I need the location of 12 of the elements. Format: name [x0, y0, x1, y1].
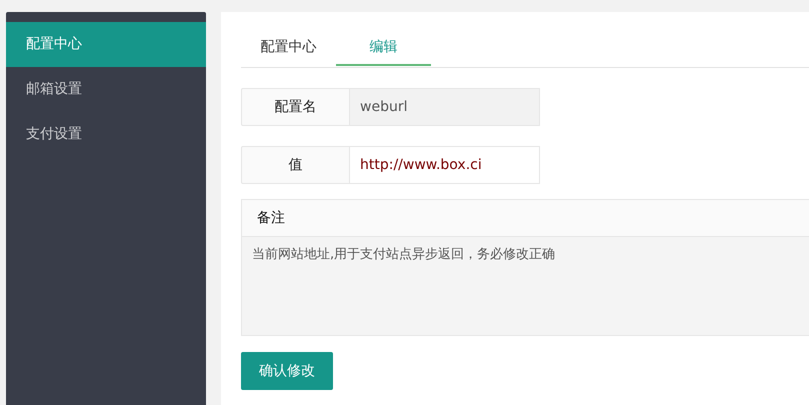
tab[interactable]: 编辑: [336, 30, 431, 66]
field-label: 值: [241, 146, 350, 184]
sidebar-item[interactable]: 支付设置: [6, 112, 206, 157]
note-field[interactable]: 当前网站地址,用于支付站点异步返回，务必修改正确: [242, 237, 809, 335]
field-label: 配置名: [241, 88, 350, 126]
sidebar-item[interactable]: 邮箱设置: [6, 67, 206, 112]
note-label: 备注: [242, 200, 809, 237]
sidebar-item[interactable]: 配置中心: [6, 22, 206, 67]
input-field[interactable]: http://www.box.ci: [350, 146, 540, 184]
tab[interactable]: 配置中心: [241, 30, 336, 66]
confirm-button[interactable]: 确认修改: [241, 352, 333, 390]
input-field[interactable]: weburl: [350, 88, 540, 126]
